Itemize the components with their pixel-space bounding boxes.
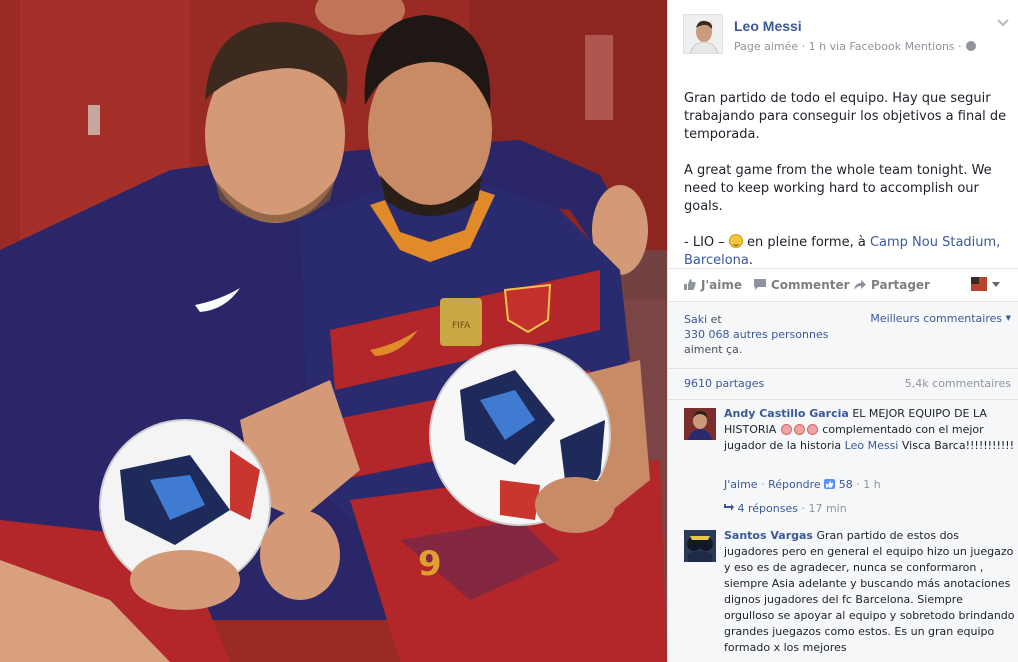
comment-like-count[interactable]: 58 [839, 478, 853, 491]
like-button[interactable]: J'aime [684, 278, 742, 292]
share-arrow-icon [854, 280, 866, 290]
like-count-icon [824, 479, 836, 489]
liker-name[interactable]: Saki [684, 313, 707, 326]
meta-separator: · [801, 502, 805, 515]
audience-picker[interactable] [971, 277, 1001, 293]
thumbs-up-icon [684, 279, 696, 290]
shares-count-link[interactable]: 9610 partages [684, 377, 764, 390]
commenter-name[interactable]: Andy Castillo Garcia [724, 407, 849, 420]
commenter-avatar[interactable] [684, 530, 716, 562]
comment-time: 1 h [863, 478, 881, 491]
photo-illustration: FIFA 9 [0, 0, 667, 662]
comment-sort-label: Meilleurs commentaires [870, 312, 1003, 325]
comment-sort-dropdown[interactable]: Meilleurs commentaires ▼ [870, 312, 1011, 325]
social-section: Saki et 330 068 autres personnes aiment … [668, 302, 1018, 662]
commenter-name[interactable]: Santos Vargas [724, 529, 813, 542]
engagement-counts: 9610 partages 5,4k commentaires [668, 368, 1018, 400]
comment-body: Santos Vargas Gran partido de estos dos … [724, 528, 1016, 656]
post-photo[interactable]: FIFA 9 [0, 0, 667, 662]
likes-and: et [710, 313, 722, 326]
replies-count[interactable]: 4 réponses [738, 502, 798, 515]
comments-count[interactable]: 5,4k commentaires [905, 377, 1011, 390]
comment-icon [754, 279, 766, 290]
avatar-image [684, 15, 722, 53]
city-suffix: . [748, 253, 754, 268]
comment-label: Commenter [771, 278, 850, 292]
post-side-panel: Leo Messi Page aimée · 1 h via Facebook … [667, 0, 1018, 662]
commenter-avatar-image [684, 408, 716, 440]
post-meta: Page aimée · 1 h via Facebook Mentions · [734, 40, 976, 53]
fifa-badge-text: FIFA [452, 321, 471, 331]
author-avatar[interactable] [683, 14, 723, 54]
caret-down-icon: ▼ [1005, 314, 1011, 322]
comment-item: Andy Castillo Garcia EL MEJOR EQUIPO DE … [684, 406, 1014, 526]
share-button[interactable]: Partager [854, 278, 930, 292]
replies-time: 17 min [808, 502, 847, 515]
heart-emoji-icon [793, 424, 805, 435]
comment-item: Santos Vargas Gran partido de estos dos … [684, 528, 1016, 662]
smiley-feeling-icon [728, 234, 743, 248]
share-label: Partager [871, 278, 930, 292]
comment-text: Gran partido de estos dos jugadores pero… [724, 529, 1015, 654]
comment-button[interactable]: Commenter [754, 278, 850, 292]
post-meta-text: Page aimée · 1 h via Facebook Mentions · [734, 40, 962, 53]
reply-arrow-icon [724, 504, 734, 511]
location-link[interactable]: Camp Nou Stadium, [870, 235, 1000, 250]
post-signature: - LIO – en pleine forme, à Camp Nou Stad… [684, 234, 1014, 270]
other-likers-link[interactable]: 330 068 autres personnes [684, 328, 828, 341]
comment-meta: J'aime · Répondre 58 · 1 h [724, 478, 881, 491]
post-text: Gran partido de todo el equipo. Hay que … [684, 90, 1014, 288]
heart-emoji-icon [806, 424, 818, 435]
post-header: Leo Messi Page aimée · 1 h via Facebook … [683, 14, 1013, 58]
comment-reply-link[interactable]: Répondre [768, 478, 821, 491]
likes-suffix: aiment ça. [684, 343, 743, 356]
meta-separator: · [856, 478, 860, 491]
commenter-avatar[interactable] [684, 408, 716, 440]
comment-mention-link[interactable]: Leo Messi [845, 439, 899, 452]
post-author-name[interactable]: Leo Messi [734, 18, 802, 34]
jersey-number: 9 [418, 544, 442, 584]
post-actions-bar: J'aime Commenter Partager [668, 268, 1018, 302]
post-text-english: A great game from the whole team tonight… [684, 163, 992, 214]
meta-separator: · [761, 478, 765, 491]
globe-icon[interactable] [965, 41, 976, 51]
signature-prefix: - LIO – [684, 235, 725, 250]
comment-body: Andy Castillo Garcia EL MEJOR EQUIPO DE … [724, 406, 1016, 454]
commenter-avatar-image [684, 530, 716, 562]
signature-status: en pleine forme, à [747, 235, 866, 250]
like-label: J'aime [701, 278, 742, 292]
city-link[interactable]: Barcelona [684, 253, 749, 268]
replies-link[interactable]: 4 réponses · 17 min [724, 502, 847, 515]
likes-summary: Saki et 330 068 autres personnes aiment … [684, 312, 828, 357]
heart-emoji-icon [780, 424, 792, 435]
comment-text-c: Visca Barca!!!!!!!!!!! [901, 439, 1015, 452]
chevron-down-icon[interactable] [997, 18, 1009, 28]
comment-like-link[interactable]: J'aime [724, 478, 758, 491]
page-flag-icon [971, 277, 1000, 291]
post-text-spanish: Gran partido de todo el equipo. Hay que … [684, 91, 1007, 142]
